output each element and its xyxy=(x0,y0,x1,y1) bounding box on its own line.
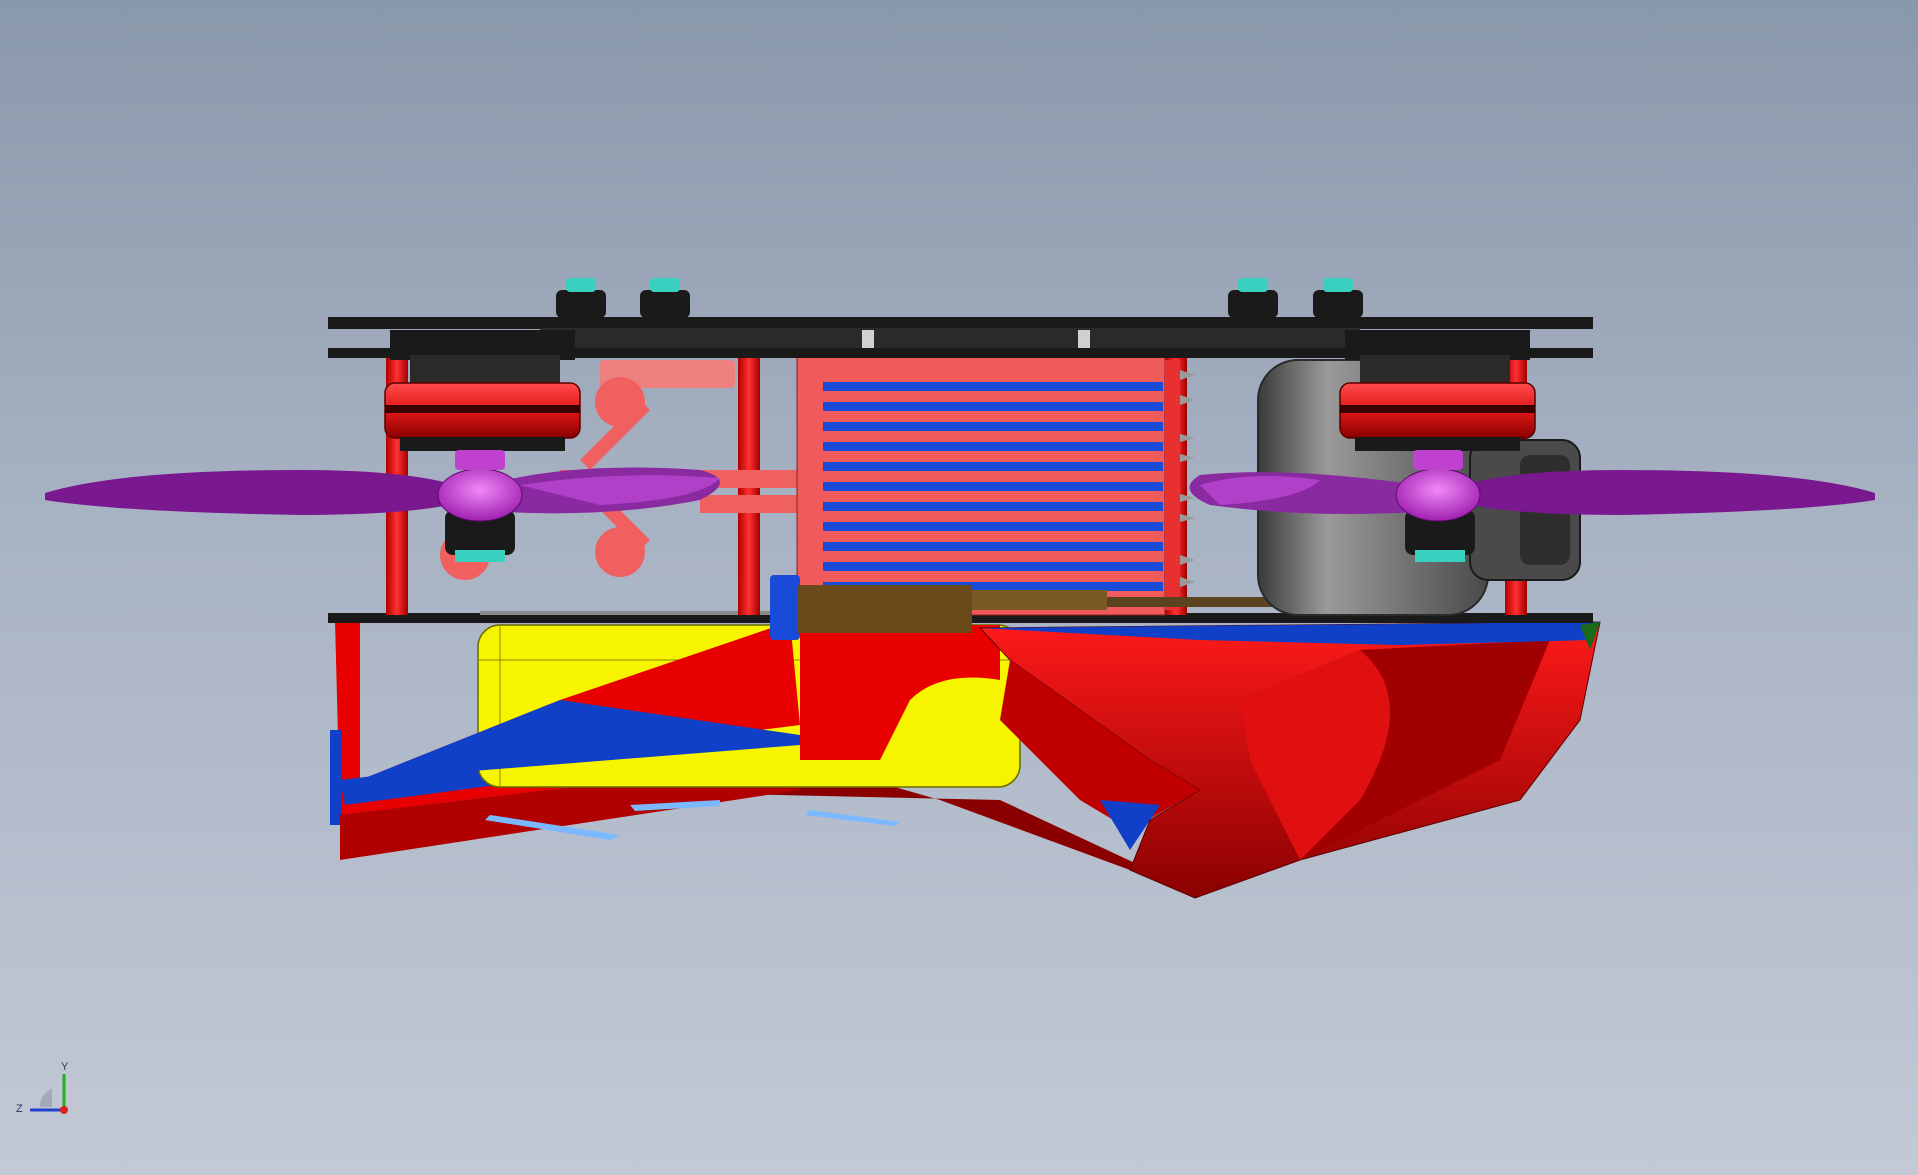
graphics-viewport[interactable]: Y Z xyxy=(0,0,1918,1175)
x-axis-icon xyxy=(60,1106,68,1114)
z-axis-label: Z xyxy=(16,1103,23,1115)
body-shell-icon[interactable] xyxy=(330,620,1601,899)
screw-icon xyxy=(556,278,1363,318)
y-axis-label: Y xyxy=(61,1061,69,1073)
motor-left-icon[interactable] xyxy=(384,330,581,562)
orientation-triad: Y Z xyxy=(16,1061,69,1115)
drone-model[interactable] xyxy=(0,0,1918,1175)
propeller-left-icon[interactable] xyxy=(45,450,720,522)
